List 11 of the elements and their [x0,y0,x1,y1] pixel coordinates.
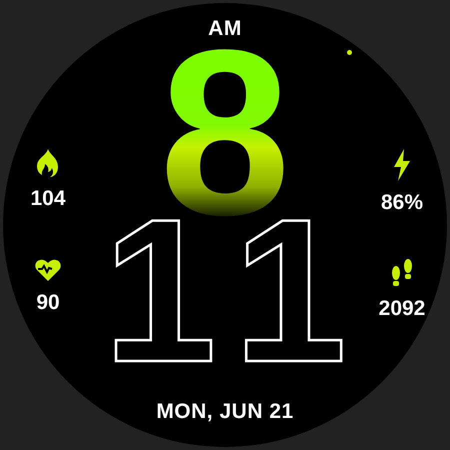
stat-value: 90 [36,291,60,315]
stat-value: 2092 [378,297,426,321]
stat-value: 86% [380,191,424,215]
period-label: AM [208,17,242,41]
date-label: MON, JUN 21 [156,400,294,424]
lightning-icon [393,149,411,181]
stat-value: 104 [30,187,66,211]
flame-icon [36,149,59,177]
footprints-icon [390,259,414,287]
heart-pulse-icon [35,259,61,281]
indicator-dot [347,50,352,55]
